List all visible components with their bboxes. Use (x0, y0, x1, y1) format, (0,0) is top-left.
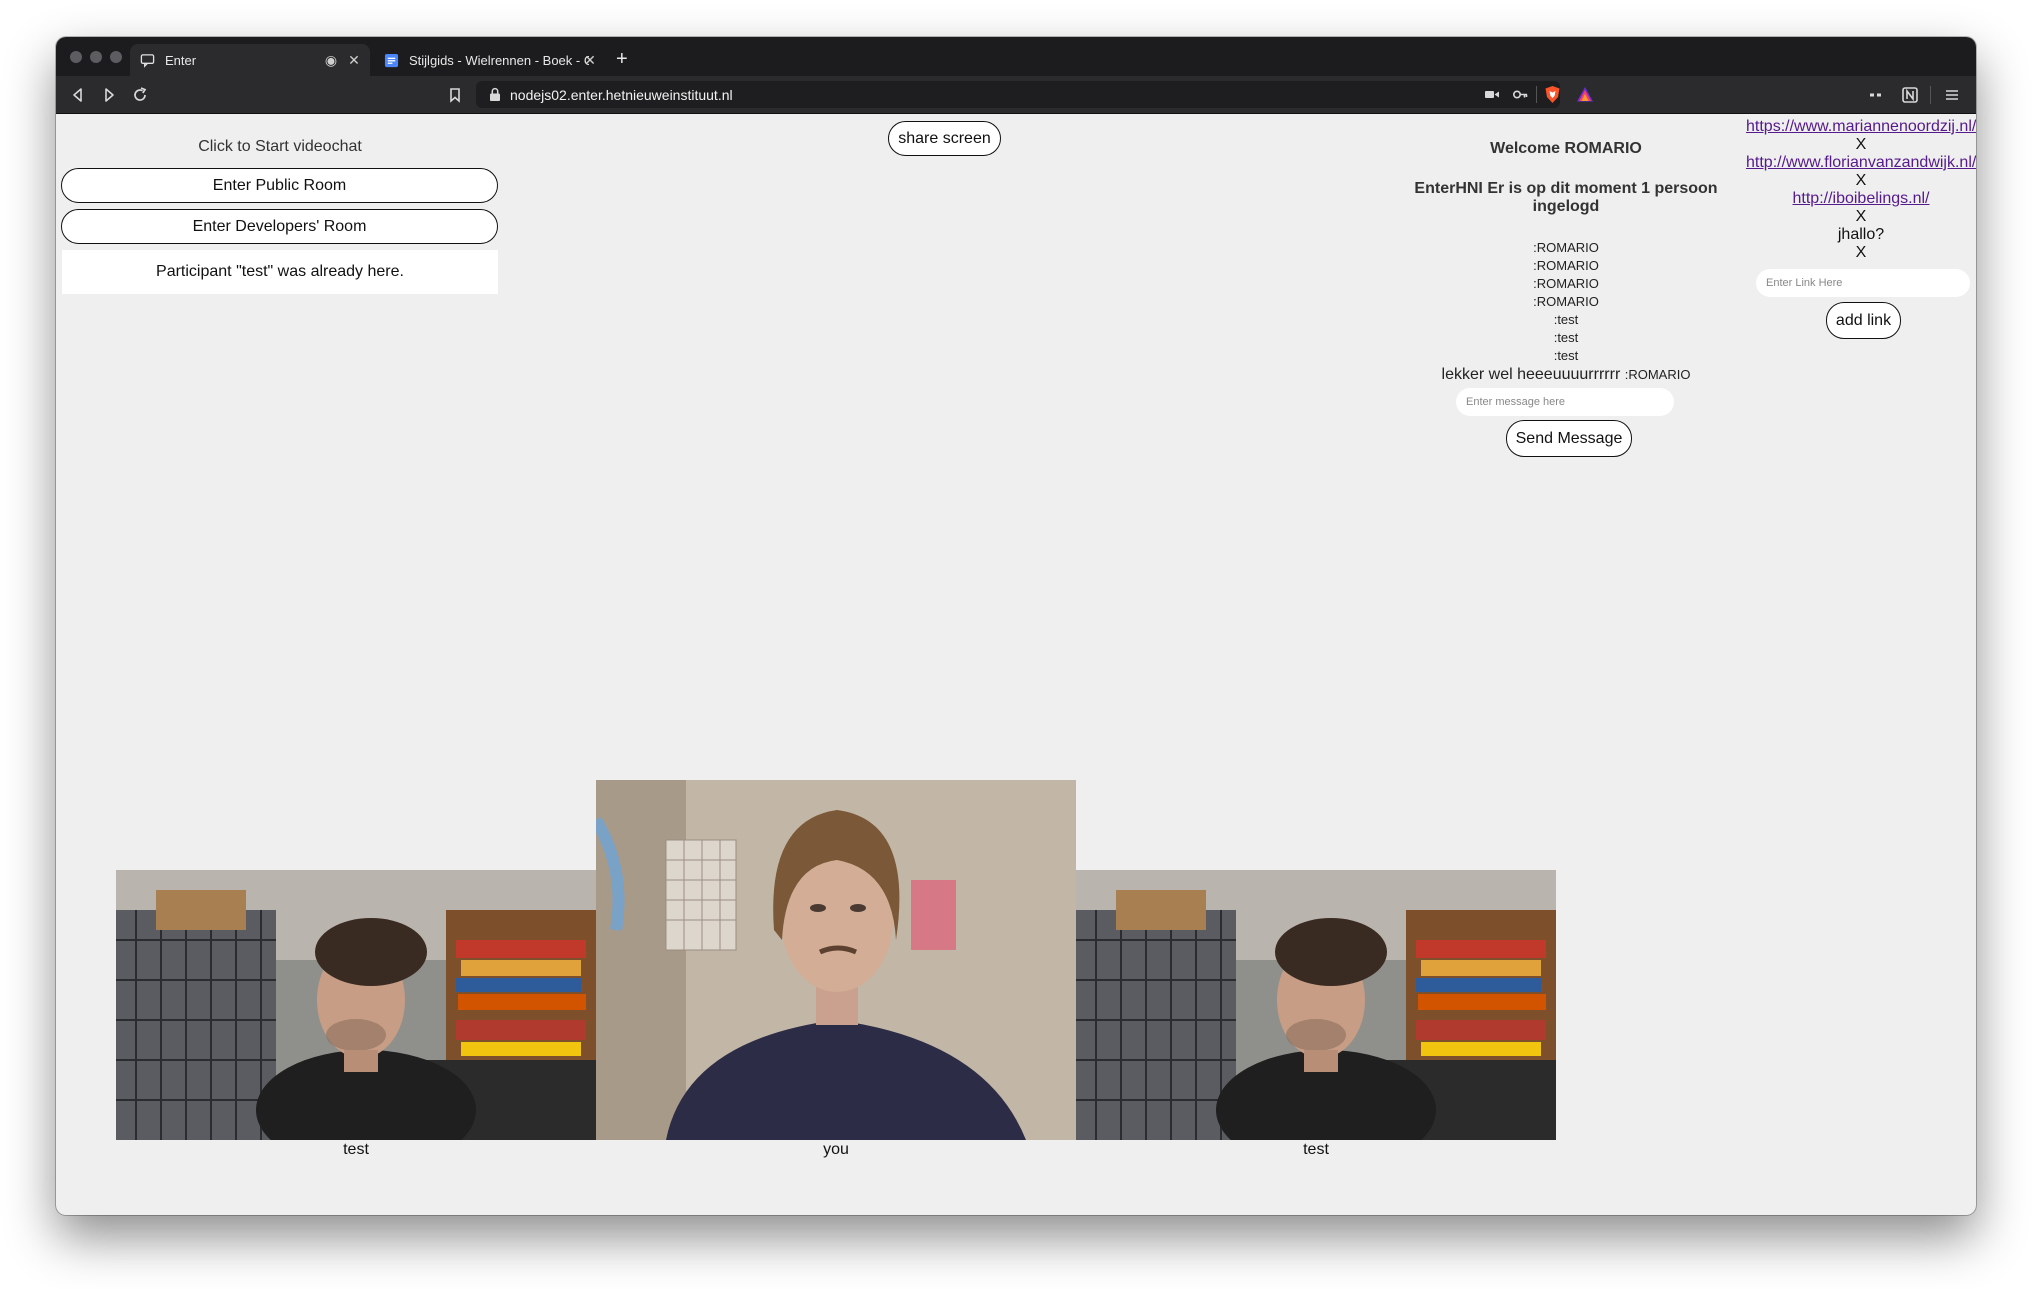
saved-link[interactable]: http://iboibelings.nl/ (1793, 190, 1930, 207)
media-playing-icon[interactable]: ◉ (321, 50, 341, 70)
enter-developers-room-button[interactable]: Enter Developers' Room (61, 209, 498, 244)
link-input[interactable] (1756, 269, 1970, 297)
page-content: Click to Start videochat Enter Public Ro… (56, 114, 1976, 1215)
remove-link-button[interactable]: X (1746, 172, 1976, 190)
tab-strip: Enter ◉ ✕ Stijlgids - Wielrennen - Boek … (56, 37, 1976, 76)
links-panel: https://www.mariannenoordzij.nl/ X http:… (1746, 114, 1976, 339)
url-text: nodejs02.enter.hetnieuweinstituut.nl (510, 87, 733, 103)
add-link-button[interactable]: add link (1826, 302, 1901, 339)
link-list-item: jhallo? X (1746, 226, 1976, 262)
link-list-item: http://iboibelings.nl/ X (1746, 190, 1976, 226)
chat-message: :ROMARIO (1533, 240, 1599, 255)
notion-extension-icon[interactable] (1900, 85, 1920, 105)
chat-message: :test (1553, 330, 1579, 345)
chat-message: :ROMARIO (1533, 276, 1599, 291)
chat-message-author: :ROMARIO (1624, 367, 1691, 382)
tab-title: Stijlgids - Wielrennen - Boek - G (409, 52, 589, 68)
saved-link[interactable]: https://www.mariannenoordzij.nl/ (1746, 118, 1976, 135)
camera-icon[interactable] (1484, 88, 1500, 101)
participant-notice: Participant "test" was already here. (62, 250, 498, 294)
close-tab-icon[interactable]: ✕ (580, 50, 600, 70)
video-caption: test (1303, 1141, 1329, 1158)
toolbar-divider (1930, 86, 1931, 104)
browser-window: Enter ◉ ✕ Stijlgids - Wielrennen - Boek … (56, 37, 1976, 1215)
remove-link-button[interactable]: X (1746, 208, 1976, 226)
new-tab-icon[interactable]: + (616, 49, 628, 69)
video-frame (116, 870, 596, 1140)
tab-stijlgids[interactable]: Stijlgids - Wielrennen - Boek - G ✕ (374, 44, 606, 76)
video-caption: test (343, 1141, 369, 1158)
chat-message: :ROMARIO (1533, 258, 1599, 273)
link-list-item: http://www.florianvanzandwijk.nl/ X (1746, 154, 1976, 190)
chat-message-input[interactable] (1456, 388, 1674, 416)
remote-video-test[interactable] (1076, 870, 1556, 1140)
link-list-item: https://www.mariannenoordzij.nl/ X (1746, 114, 1976, 154)
local-video-you[interactable] (596, 780, 1076, 1140)
video-caption: you (823, 1141, 849, 1158)
extensions-icon[interactable] (1866, 85, 1886, 105)
remote-video-test[interactable] (116, 870, 596, 1140)
close-tab-icon[interactable]: ✕ (344, 50, 364, 70)
saved-link-text: jhallo? (1837, 226, 1885, 243)
menu-icon[interactable] (1942, 85, 1962, 105)
send-message-button[interactable]: Send Message (1506, 420, 1632, 457)
chat-message: :test (1553, 348, 1579, 363)
online-status: EnterHNI Er is op dit moment 1 persoon i… (1414, 180, 1718, 215)
lock-icon (490, 87, 500, 101)
address-bar[interactable]: nodejs02.enter.hetnieuweinstituut.nl (476, 81, 1593, 108)
remove-link-button[interactable]: X (1746, 244, 1976, 262)
welcome-message: Welcome ROMARIO (1490, 140, 1642, 157)
video-frame (1076, 870, 1556, 1140)
chat-message-list: :ROMARIO :ROMARIO :ROMARIO :ROMARIO :tes… (1396, 239, 1736, 385)
brave-rewards-icon[interactable] (1576, 86, 1594, 103)
enter-public-room-button[interactable]: Enter Public Room (61, 168, 498, 203)
chat-message: :test (1553, 312, 1579, 327)
reload-icon[interactable] (130, 85, 150, 105)
chat-message-text: lekker wel heeeuuuurrrrrr (1441, 366, 1621, 383)
chat-message: lekker wel heeeuuuurrrrrr :ROMARIO (1396, 365, 1736, 385)
start-videochat-label: Click to Start videochat (198, 138, 362, 155)
share-screen-button[interactable]: share screen (888, 121, 1001, 156)
docs-icon (384, 53, 399, 67)
saved-link[interactable]: http://www.florianvanzandwijk.nl/ (1746, 154, 1976, 171)
back-icon[interactable] (68, 85, 88, 105)
key-icon[interactable] (1512, 87, 1528, 102)
bookmark-icon[interactable] (445, 85, 465, 105)
close-window-dot[interactable] (70, 51, 82, 63)
url-divider (1536, 86, 1537, 103)
chat-icon (140, 53, 155, 68)
zoom-window-dot[interactable] (110, 51, 122, 63)
brave-shield-icon[interactable] (1544, 85, 1561, 104)
browser-toolbar: nodejs02.enter.hetnieuweinstituut.nl (56, 76, 1976, 114)
tab-enter[interactable]: Enter ◉ ✕ (130, 44, 370, 76)
remove-link-button[interactable]: X (1746, 136, 1976, 154)
video-frame (596, 780, 1076, 1140)
chat-message: :ROMARIO (1533, 294, 1599, 309)
forward-icon[interactable] (99, 85, 119, 105)
minimize-window-dot[interactable] (90, 51, 102, 63)
